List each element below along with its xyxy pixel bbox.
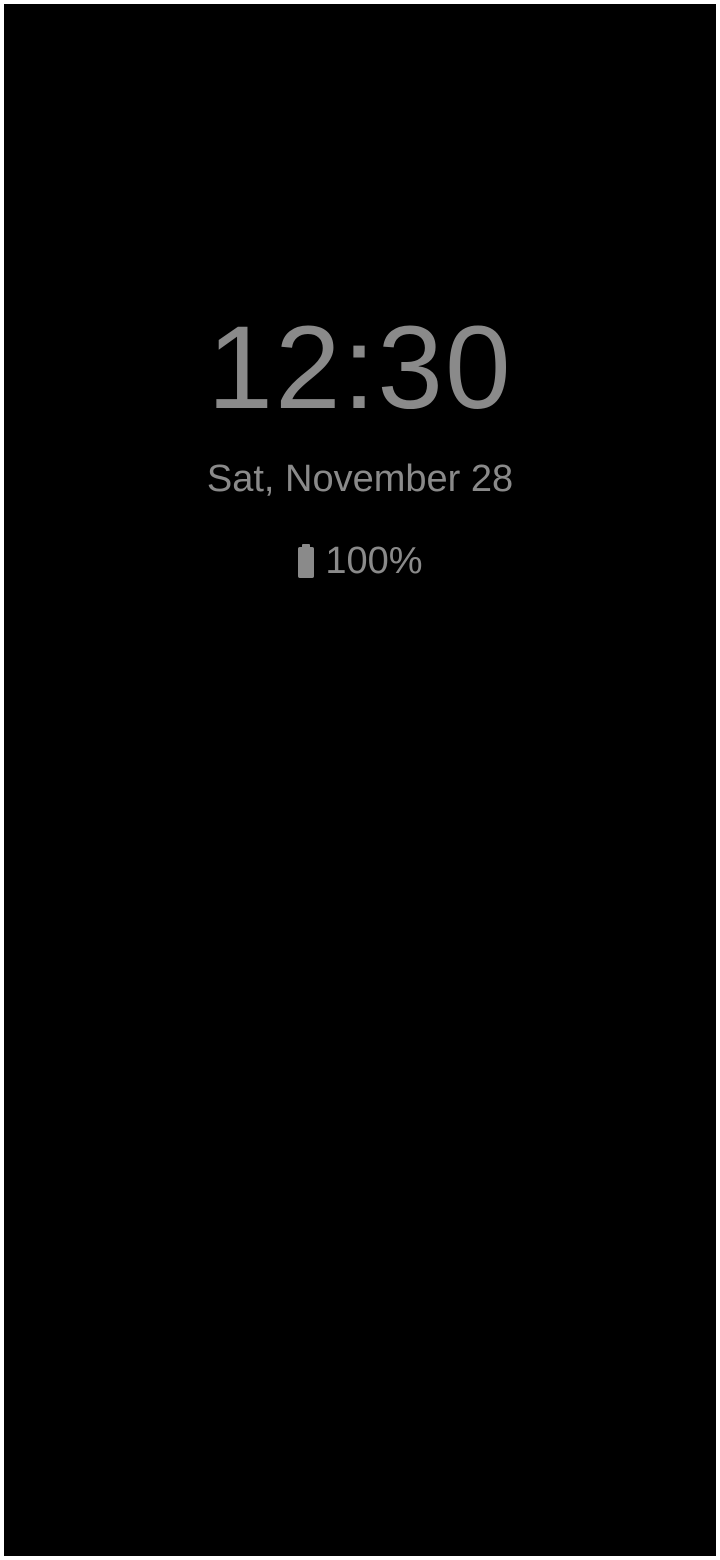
always-on-display-screen: 12:30 Sat, November 28 100% [4,4,716,1556]
battery-status: 100% [4,538,716,584]
battery-percent: 100% [325,539,423,582]
clock-date: Sat, November 28 [206,458,514,500]
battery-full-icon [297,544,315,578]
clock-time: 12:30 [207,302,513,434]
